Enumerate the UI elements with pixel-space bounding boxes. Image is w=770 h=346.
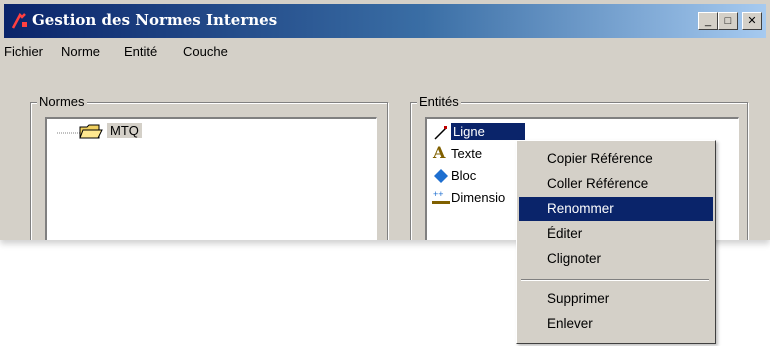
block-diamond-icon (434, 169, 448, 183)
menu-entite[interactable]: Entité (124, 44, 157, 59)
context-menu: Copier Référence Coller Référence Renomm… (516, 140, 716, 344)
menu-item-clignoter[interactable]: Clignoter (519, 247, 713, 271)
text-a-icon: A (433, 143, 446, 162)
menu-item-coller-reference[interactable]: Coller Référence (519, 172, 713, 196)
normes-group: Normes MTQ (30, 94, 388, 240)
menu-item-supprimer[interactable]: Supprimer (519, 287, 713, 311)
menu-item-renommer[interactable]: Renommer (519, 197, 713, 221)
window-title: Gestion des Normes Internes (32, 11, 278, 29)
maximize-icon: □ (724, 15, 732, 27)
svg-text:++: ++ (433, 189, 444, 199)
list-item-bloc[interactable]: Bloc (451, 168, 476, 183)
menu-item-enlever[interactable]: Enlever (519, 312, 713, 336)
menu-couche[interactable]: Couche (183, 44, 228, 59)
normes-tree[interactable]: MTQ (45, 117, 377, 240)
list-item-dimension[interactable]: Dimensio (451, 190, 505, 205)
menu-item-copier-reference[interactable]: Copier Référence (519, 147, 713, 171)
normes-group-label: Normes (37, 94, 87, 109)
close-icon: ✕ (747, 15, 757, 27)
app-icon (11, 12, 27, 29)
list-item-texte[interactable]: Texte (451, 146, 482, 161)
menu-separator (521, 279, 709, 281)
close-button[interactable]: ✕ (742, 12, 762, 30)
menu-norme[interactable]: Norme (61, 44, 100, 59)
menu-item-editer[interactable]: Éditer (519, 222, 713, 246)
folder-open-icon (79, 124, 103, 139)
tree-node-mtq[interactable]: MTQ (107, 123, 142, 138)
maximize-button[interactable]: □ (718, 12, 738, 30)
line-icon (434, 126, 447, 140)
minimize-button[interactable]: _ (698, 12, 718, 30)
minimize-icon: _ (704, 15, 712, 27)
list-item-label: Ligne (451, 123, 525, 140)
menu-fichier[interactable]: Fichier (4, 44, 43, 59)
entites-group-label: Entités (417, 94, 461, 109)
dimension-icon: ++ (432, 189, 450, 204)
list-item-ligne[interactable]: Ligne (451, 123, 525, 140)
title-bar[interactable]: Gestion des Normes Internes _ □ ✕ (4, 4, 766, 38)
